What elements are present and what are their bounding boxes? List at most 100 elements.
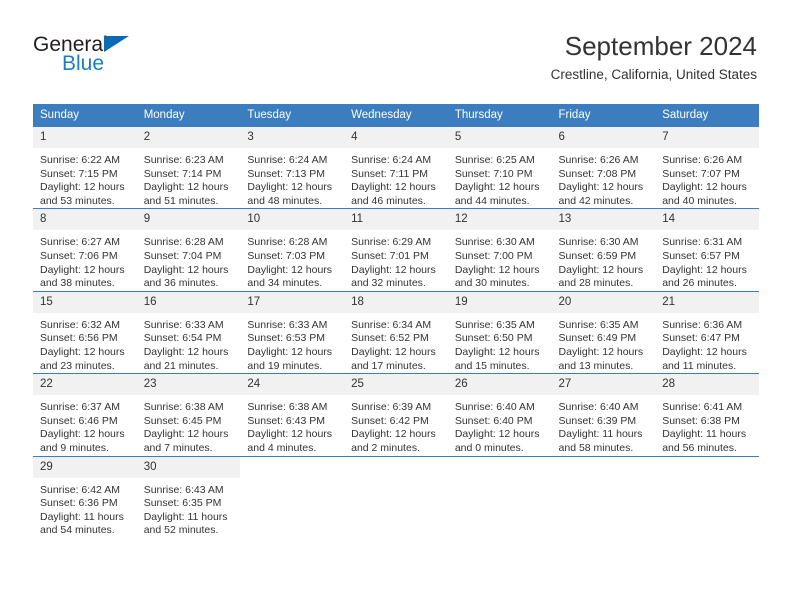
- calendar-day-cell[interactable]: 30 Sunrise: 6:43 AM Sunset: 6:35 PM Dayligh…: [136, 455, 241, 538]
- daylight-text: Daylight: 12 hours and 15 minutes.: [454, 345, 540, 372]
- calendar-week-row: 1 Sunrise: 6:22 AM Sunset: 7:15 PM Daylight…: [33, 125, 759, 209]
- day-number: 2: [136, 127, 241, 148]
- calendar-day-cell[interactable]: 13 Sunrise: 6:30 AM Sunset: 6:59 PM Dayligh…: [551, 208, 656, 292]
- day-details: Sunrise: 6:25 AM Sunset: 7:10 PM Daylight:…: [448, 148, 552, 208]
- day-number-band: [447, 456, 552, 478]
- day-number-band: [344, 456, 448, 478]
- daylight-text: Daylight: 12 hours and 9 minutes.: [40, 428, 125, 454]
- calendar-table: Sunday Monday Tuesday Wednesday Thursday…: [33, 104, 759, 538]
- calendar-day-cell[interactable]: 3 Sunrise: 6:24 AM Sunset: 7:13 PM Daylight…: [240, 125, 345, 209]
- page-title: September 2024: [564, 31, 757, 61]
- sunset-text: Sunset: 6:43 PM: [247, 414, 326, 427]
- day-details: Sunrise: 6:30 AM Sunset: 6:59 PM Daylight:…: [552, 230, 656, 290]
- logo-text-blue: Blue: [62, 52, 105, 75]
- day-number: 12: [447, 209, 552, 231]
- calendar-day-cell[interactable]: 26 Sunrise: 6:40 AM Sunset: 6:40 PM Dayligh…: [447, 373, 552, 456]
- sunset-text: Sunset: 7:13 PM: [247, 167, 326, 180]
- day-number: 20: [551, 291, 656, 313]
- sunset-text: Sunset: 6:47 PM: [662, 332, 740, 345]
- calendar-day-cell[interactable]: 23 Sunrise: 6:38 AM Sunset: 6:45 PM Dayligh…: [136, 373, 241, 456]
- calendar-day-cell[interactable]: 14 Sunrise: 6:31 AM Sunset: 6:57 PM Dayligh…: [655, 208, 759, 292]
- sunset-text: Sunset: 7:15 PM: [40, 167, 118, 180]
- day-number: 11: [344, 209, 448, 231]
- day-number: 24: [240, 374, 345, 396]
- calendar-day-cell[interactable]: 20 Sunrise: 6:35 AM Sunset: 6:49 PM Dayligh…: [551, 290, 656, 374]
- sunrise-text: Sunrise: 6:31 AM: [662, 236, 743, 249]
- day-details: Sunrise: 6:27 AM Sunset: 7:06 PM Daylight:…: [33, 230, 137, 290]
- calendar-day-cell[interactable]: 1 Sunrise: 6:22 AM Sunset: 7:15 PM Daylight…: [33, 125, 137, 209]
- sunrise-text: Sunrise: 6:23 AM: [143, 154, 224, 166]
- day-details: Sunrise: 6:35 AM Sunset: 6:49 PM Daylight:…: [552, 313, 656, 373]
- sunrise-text: Sunrise: 6:25 AM: [454, 154, 535, 166]
- weekday-header-thursday: Thursday: [447, 104, 552, 127]
- sunset-text: Sunset: 7:14 PM: [143, 167, 222, 180]
- day-details: Sunrise: 6:42 AM Sunset: 6:36 PM Daylight:…: [33, 478, 137, 538]
- calendar-day-cell[interactable]: 12 Sunrise: 6:30 AM Sunset: 7:00 PM Dayligh…: [447, 208, 552, 292]
- daylight-text: Daylight: 12 hours and 19 minutes.: [247, 345, 333, 372]
- calendar-day-cell[interactable]: 4 Sunrise: 6:24 AM Sunset: 7:11 PM Daylight…: [344, 125, 448, 209]
- day-details: Sunrise: 6:43 AM Sunset: 6:35 PM Daylight:…: [137, 478, 241, 538]
- day-number: 15: [33, 291, 137, 313]
- day-details: Sunrise: 6:34 AM Sunset: 6:52 PM Daylight:…: [344, 313, 448, 373]
- day-details: Sunrise: 6:41 AM Sunset: 6:38 PM Daylight:…: [655, 395, 759, 455]
- daylight-text: Daylight: 12 hours and 46 minutes.: [351, 181, 436, 207]
- calendar-day-cell[interactable]: 29 Sunrise: 6:42 AM Sunset: 6:36 PM Dayligh…: [33, 455, 137, 538]
- sunrise-text: Sunrise: 6:26 AM: [662, 154, 743, 166]
- day-details: Sunrise: 6:31 AM Sunset: 6:57 PM Daylight:…: [655, 230, 759, 290]
- sunset-text: Sunset: 6:42 PM: [351, 414, 429, 427]
- sunset-text: Sunset: 6:50 PM: [454, 332, 533, 345]
- sunrise-text: Sunrise: 6:30 AM: [558, 236, 639, 249]
- sunset-text: Sunset: 7:06 PM: [40, 249, 118, 262]
- calendar-day-cell[interactable]: 18 Sunrise: 6:34 AM Sunset: 6:52 PM Dayligh…: [344, 290, 448, 374]
- day-details: Sunrise: 6:39 AM Sunset: 6:42 PM Daylight:…: [344, 395, 448, 455]
- calendar-day-cell[interactable]: 15 Sunrise: 6:32 AM Sunset: 6:56 PM Dayligh…: [33, 290, 137, 374]
- calendar-day-cell[interactable]: 2 Sunrise: 6:23 AM Sunset: 7:14 PM Daylight…: [136, 125, 241, 209]
- sunset-text: Sunset: 7:10 PM: [454, 167, 533, 180]
- calendar-day-cell[interactable]: 24 Sunrise: 6:38 AM Sunset: 6:43 PM Dayligh…: [240, 373, 345, 456]
- daylight-text: Daylight: 12 hours and 30 minutes.: [454, 263, 540, 290]
- calendar-day-cell[interactable]: 22 Sunrise: 6:37 AM Sunset: 6:46 PM Dayligh…: [33, 373, 137, 456]
- day-details: Sunrise: 6:36 AM Sunset: 6:47 PM Daylight:…: [655, 313, 759, 373]
- daylight-text: Daylight: 12 hours and 53 minutes.: [40, 181, 125, 207]
- sunset-text: Sunset: 6:36 PM: [40, 497, 118, 510]
- daylight-text: Daylight: 12 hours and 17 minutes.: [351, 345, 436, 372]
- day-number: 18: [344, 291, 448, 313]
- sunrise-text: Sunrise: 6:22 AM: [40, 154, 120, 166]
- daylight-text: Daylight: 12 hours and 51 minutes.: [143, 181, 229, 207]
- calendar-day-cell[interactable]: 7 Sunrise: 6:26 AM Sunset: 7:07 PM Daylight…: [655, 125, 759, 209]
- sunrise-text: Sunrise: 6:37 AM: [40, 401, 120, 414]
- day-number: 9: [136, 209, 241, 231]
- sunrise-text: Sunrise: 6:42 AM: [40, 483, 120, 496]
- calendar-day-cell[interactable]: 16 Sunrise: 6:33 AM Sunset: 6:54 PM Dayligh…: [136, 290, 241, 374]
- calendar-day-cell[interactable]: 28 Sunrise: 6:41 AM Sunset: 6:38 PM Dayligh…: [655, 373, 759, 456]
- calendar-day-cell[interactable]: 17 Sunrise: 6:33 AM Sunset: 6:53 PM Dayligh…: [240, 290, 345, 374]
- sunset-text: Sunset: 6:59 PM: [558, 249, 637, 262]
- daylight-text: Daylight: 12 hours and 28 minutes.: [558, 263, 644, 290]
- calendar-day-cell[interactable]: 27 Sunrise: 6:40 AM Sunset: 6:39 PM Dayligh…: [551, 373, 656, 456]
- calendar-day-cell[interactable]: 5 Sunrise: 6:25 AM Sunset: 7:10 PM Daylight…: [447, 125, 552, 209]
- calendar-day-cell[interactable]: 11 Sunrise: 6:29 AM Sunset: 7:01 PM Dayligh…: [344, 208, 448, 292]
- daylight-text: Daylight: 11 hours and 52 minutes.: [143, 510, 228, 537]
- day-number: 10: [240, 209, 345, 231]
- calendar-day-cell[interactable]: 9 Sunrise: 6:28 AM Sunset: 7:04 PM Daylight…: [136, 208, 241, 292]
- calendar-day-cell[interactable]: 10 Sunrise: 6:28 AM Sunset: 7:03 PM Dayligh…: [240, 208, 345, 292]
- calendar-day-cell[interactable]: 8 Sunrise: 6:27 AM Sunset: 7:06 PM Daylight…: [33, 208, 137, 292]
- day-number: 28: [655, 374, 759, 396]
- calendar-day-cell[interactable]: 6 Sunrise: 6:26 AM Sunset: 7:08 PM Daylight…: [551, 125, 656, 209]
- calendar-day-cell[interactable]: 25 Sunrise: 6:39 AM Sunset: 6:42 PM Dayligh…: [344, 373, 448, 456]
- calendar-week-row: 29 Sunrise: 6:42 AM Sunset: 6:36 PM Dayligh…: [33, 455, 759, 538]
- sunrise-text: Sunrise: 6:24 AM: [351, 154, 432, 166]
- calendar-day-cell-empty: [447, 455, 552, 538]
- calendar-day-cell-empty: [240, 455, 345, 538]
- sunset-text: Sunset: 7:11 PM: [351, 167, 428, 180]
- sunset-text: Sunset: 6:46 PM: [40, 414, 118, 427]
- day-number: 21: [655, 291, 759, 313]
- sunrise-text: Sunrise: 6:30 AM: [454, 236, 535, 249]
- day-number: 7: [655, 127, 759, 148]
- general-blue-logo[interactable]: General Blue: [33, 33, 203, 83]
- calendar-day-cell[interactable]: 21 Sunrise: 6:36 AM Sunset: 6:47 PM Dayligh…: [655, 290, 759, 374]
- sunrise-text: Sunrise: 6:38 AM: [143, 401, 224, 414]
- calendar-day-cell[interactable]: 19 Sunrise: 6:35 AM Sunset: 6:50 PM Dayligh…: [447, 290, 552, 374]
- sunrise-text: Sunrise: 6:24 AM: [247, 154, 328, 166]
- daylight-text: Daylight: 12 hours and 21 minutes.: [143, 345, 229, 372]
